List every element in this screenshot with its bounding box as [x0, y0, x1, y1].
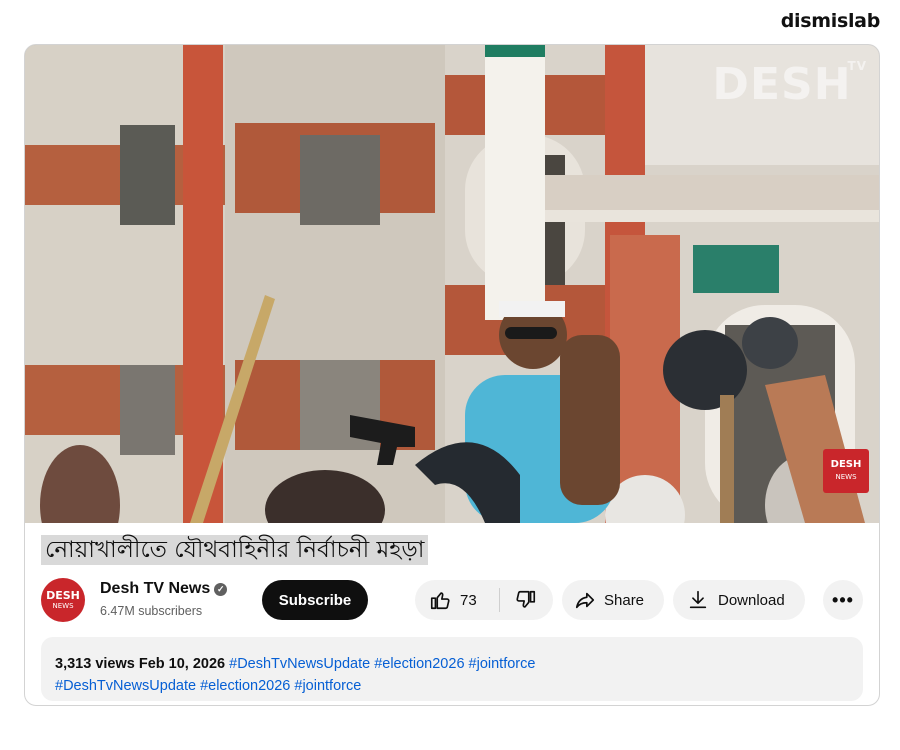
- upload-date: Feb 10, 2026: [138, 656, 226, 672]
- download-button[interactable]: Download: [673, 580, 805, 620]
- view-count: 3,313 views: [55, 656, 135, 672]
- hashtag-line-1[interactable]: #DeshTvNewsUpdate #election2026 #jointfo…: [229, 656, 535, 672]
- youtube-video-card: DESHTV DESH NEWS নোয়াখালীতে যৌথবাহিনীর …: [24, 44, 880, 706]
- video-player[interactable]: DESHTV DESH NEWS: [25, 45, 879, 523]
- download-icon: [689, 590, 707, 609]
- like-dislike-group: 73: [415, 580, 553, 620]
- thumbs-up-icon: [430, 592, 450, 610]
- subscribe-button[interactable]: Subscribe: [262, 580, 368, 620]
- channel-avatar[interactable]: DESH NEWS: [41, 578, 85, 622]
- dislike-button[interactable]: [500, 580, 552, 620]
- channel-name[interactable]: Desh TV News ✓: [100, 580, 228, 598]
- channel-watermark: DESHTV: [712, 59, 867, 110]
- thumbs-down-icon: [516, 590, 536, 608]
- like-count: 73: [460, 591, 477, 609]
- hashtag-line-2[interactable]: #DeshTvNewsUpdate #election2026 #jointfo…: [55, 678, 361, 694]
- share-button[interactable]: Share: [562, 580, 664, 620]
- verified-check-icon: ✓: [214, 583, 228, 596]
- video-title: নোয়াখালীতে যৌথবাহিনীর নির্বাচনী মহড়া: [41, 535, 429, 565]
- like-button[interactable]: 73: [415, 580, 499, 620]
- description-box[interactable]: 3,313 views Feb 10, 2026 #DeshTvNewsUpda…: [41, 637, 863, 701]
- subscriber-count: 6.47M subscribers: [100, 604, 203, 618]
- dismislab-logo: dismislab: [780, 10, 881, 32]
- share-arrow-icon: [575, 592, 595, 609]
- video-frame-image: [25, 45, 879, 523]
- channel-row: DESH NEWS Desh TV News ✓ 6.47M subscriber…: [41, 576, 865, 624]
- channel-corner-badge: DESH NEWS: [823, 449, 869, 493]
- more-actions-button[interactable]: •••: [823, 580, 863, 620]
